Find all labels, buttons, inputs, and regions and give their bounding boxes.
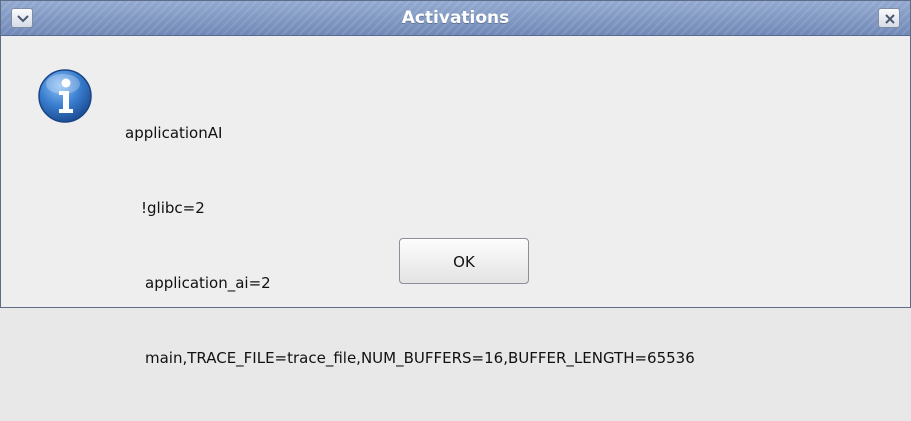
window-title: Activations <box>401 8 510 28</box>
close-button[interactable] <box>878 8 900 28</box>
message-line: main,TRACE_FILE=trace_file,NUM_BUFFERS=1… <box>145 349 695 367</box>
ok-button[interactable]: OK <box>399 238 529 284</box>
info-icon <box>38 69 92 123</box>
message-line: applicationAI <box>125 124 223 142</box>
title-bar[interactable]: Activations <box>1 1 910 36</box>
message-line: !glibc=2 <box>141 199 205 217</box>
close-icon <box>885 14 895 24</box>
dialog-window: Activations applicationAI !glibc=2 appli… <box>0 0 911 367</box>
